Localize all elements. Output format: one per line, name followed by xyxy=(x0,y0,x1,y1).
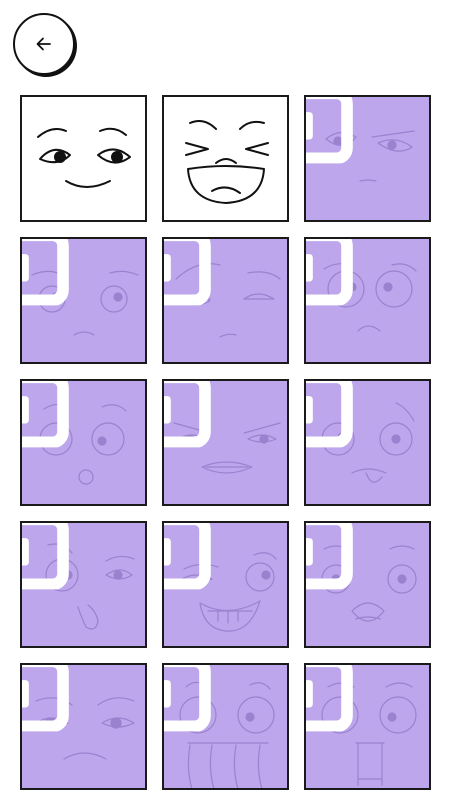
face-drawing xyxy=(185,120,269,204)
padlock-icon xyxy=(22,381,69,448)
face-drawing xyxy=(37,127,131,188)
face-tile-smirk-tongue[interactable] xyxy=(304,379,431,506)
padlock-icon xyxy=(164,523,211,590)
arrow-left-icon xyxy=(36,37,51,51)
face-tile-frowning[interactable] xyxy=(20,663,147,790)
padlock-icon xyxy=(164,381,211,448)
padlock-icon xyxy=(22,239,69,306)
face-tile-tongue-out[interactable] xyxy=(304,663,431,790)
padlock-icon xyxy=(164,665,211,732)
padlock-icon xyxy=(306,523,353,590)
face-tile-happy-smirk[interactable] xyxy=(20,95,147,222)
padlock-icon xyxy=(164,239,211,306)
face-tile-angry-grimace[interactable] xyxy=(162,379,289,506)
face-tile-shocked[interactable] xyxy=(304,521,431,648)
face-tile-drooling[interactable] xyxy=(162,663,289,790)
face-tile-suspicious[interactable] xyxy=(304,95,431,222)
face-selection-screen xyxy=(0,0,450,800)
face-tile-worried[interactable] xyxy=(304,237,431,364)
padlock-icon xyxy=(306,239,353,306)
padlock-icon xyxy=(306,381,353,448)
padlock-icon xyxy=(306,97,353,164)
padlock-icon xyxy=(22,523,69,590)
face-tile-confused-tongue[interactable] xyxy=(20,521,147,648)
face-tile-laughing[interactable] xyxy=(162,95,289,222)
padlock-icon xyxy=(22,665,69,732)
face-tile-sad[interactable] xyxy=(20,237,147,364)
face-tile-grinning[interactable] xyxy=(162,521,289,648)
face-grid xyxy=(20,95,431,790)
face-tile-surprised-whistle[interactable] xyxy=(20,379,147,506)
padlock-icon xyxy=(306,665,353,732)
face-tile-unimpressed[interactable] xyxy=(162,237,289,364)
back-button[interactable] xyxy=(13,13,75,75)
